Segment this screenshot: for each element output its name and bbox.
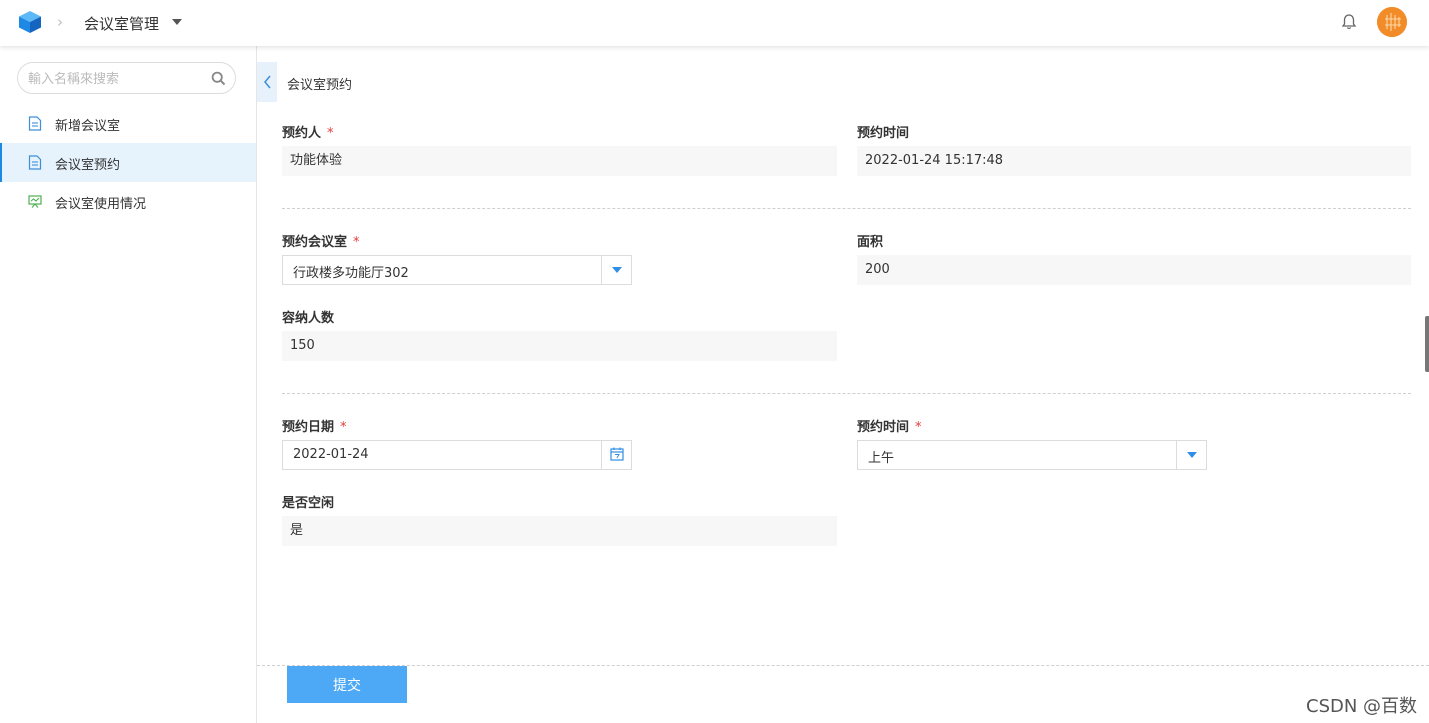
caret-down-icon[interactable] bbox=[172, 19, 182, 25]
sidebar-item-room-booking[interactable]: 会议室预约 bbox=[0, 143, 256, 182]
required-mark: * bbox=[340, 420, 347, 435]
booking-time-label: 预约时间 bbox=[857, 126, 910, 141]
side-scroll-handle[interactable] bbox=[1425, 316, 1429, 372]
app-title[interactable]: 会议室管理 bbox=[84, 13, 159, 34]
bell-icon[interactable] bbox=[1340, 13, 1358, 31]
required-mark: * bbox=[915, 420, 922, 435]
sidebar-item-room-usage[interactable]: 会议室使用情况 bbox=[0, 182, 256, 221]
sidebar-item-label: 会议室使用情况 bbox=[55, 197, 147, 212]
slot-label: 预约时间 * bbox=[857, 416, 922, 435]
booker-label: 预约人 * bbox=[282, 122, 334, 141]
calendar-button[interactable] bbox=[601, 441, 631, 469]
is-free-label: 是否空闲 bbox=[282, 496, 335, 511]
capacity-label: 容纳人数 bbox=[282, 311, 335, 326]
chevron-right-icon: › bbox=[57, 13, 63, 31]
caret-down-icon bbox=[612, 267, 622, 273]
section-divider bbox=[282, 393, 1411, 394]
area-field: 200 bbox=[857, 255, 1411, 285]
sidebar-item-add-room[interactable]: 新增会议室 bbox=[0, 104, 256, 143]
submit-button[interactable]: 提交 bbox=[287, 666, 407, 703]
document-icon bbox=[28, 116, 42, 131]
sidebar-item-label: 新增会议室 bbox=[55, 119, 121, 134]
is-free-field: 是 bbox=[282, 516, 837, 546]
capacity-field: 150 bbox=[282, 331, 837, 361]
main-content: 会议室预约 预约人 * 功能体验 预约时间 2022-01-24 15:17:48… bbox=[257, 46, 1429, 723]
room-select[interactable]: 行政楼多功能厅302 bbox=[282, 255, 632, 285]
date-picker-value: 2022-01-24 bbox=[293, 447, 369, 462]
chevron-left-icon bbox=[264, 75, 271, 89]
section-divider bbox=[282, 208, 1411, 209]
page-title: 会议室预约 bbox=[287, 78, 353, 93]
date-label-text: 预约日期 bbox=[282, 420, 335, 435]
watermark: CSDN @百数 bbox=[1306, 696, 1418, 717]
booking-time-field: 2022-01-24 15:17:48 bbox=[857, 146, 1411, 176]
sidebar-item-label: 会议室预约 bbox=[55, 158, 121, 173]
room-label: 预约会议室 * bbox=[282, 231, 360, 250]
footer-divider bbox=[257, 665, 1429, 666]
sidebar: 新增会议室 会议室预约 会议室使用情况 bbox=[0, 46, 257, 723]
required-mark: * bbox=[327, 126, 334, 141]
presentation-icon bbox=[28, 195, 42, 208]
avatar[interactable] bbox=[1377, 7, 1407, 37]
avatar-pattern-icon bbox=[1377, 7, 1407, 37]
search-icon[interactable] bbox=[211, 71, 226, 86]
collapse-sidebar-button[interactable] bbox=[257, 62, 277, 102]
time-slot-select[interactable]: 上午 bbox=[857, 440, 1207, 470]
area-label: 面积 bbox=[857, 235, 884, 250]
cube-logo-icon[interactable] bbox=[18, 10, 42, 34]
dropdown-button[interactable] bbox=[601, 256, 631, 284]
required-mark: * bbox=[353, 235, 360, 250]
date-label: 预约日期 * bbox=[282, 416, 347, 435]
search-box bbox=[17, 62, 236, 94]
booker-field: 功能体验 bbox=[282, 146, 837, 176]
time-slot-value: 上午 bbox=[868, 451, 895, 466]
room-select-value: 行政楼多功能厅302 bbox=[293, 266, 409, 281]
calendar-icon bbox=[610, 447, 624, 461]
document-icon bbox=[28, 155, 42, 170]
dropdown-button[interactable] bbox=[1176, 441, 1206, 469]
slot-label-text: 预约时间 bbox=[857, 420, 910, 435]
date-picker[interactable]: 2022-01-24 bbox=[282, 440, 632, 470]
top-bar: › 会议室管理 bbox=[0, 0, 1429, 46]
booker-label-text: 预约人 bbox=[282, 126, 322, 141]
search-input[interactable] bbox=[28, 69, 208, 89]
room-label-text: 预约会议室 bbox=[282, 235, 348, 250]
caret-down-icon bbox=[1187, 452, 1197, 458]
